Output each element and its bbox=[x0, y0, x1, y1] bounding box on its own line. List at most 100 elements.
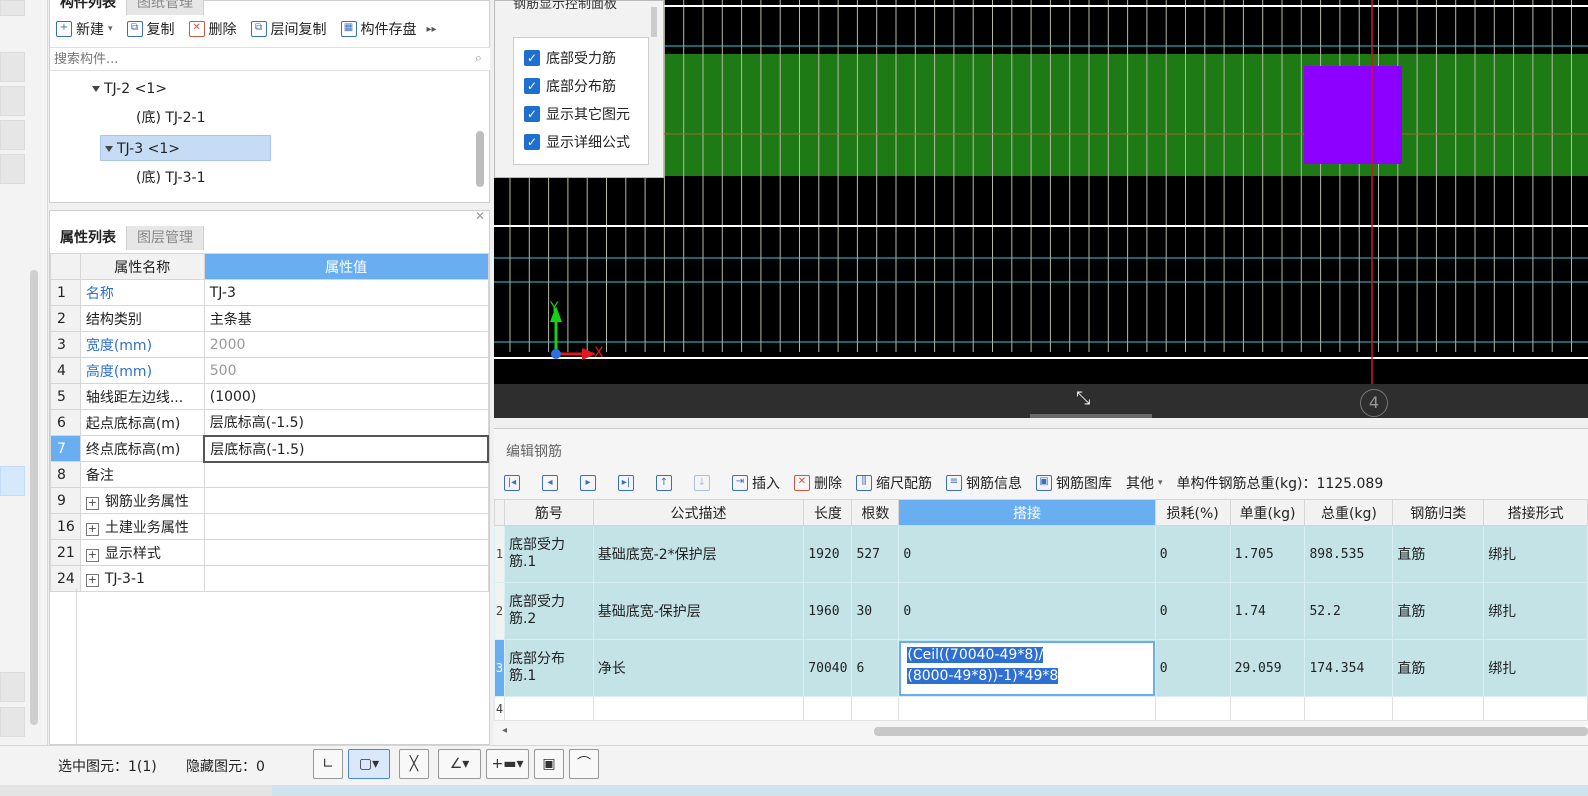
last-row-icon[interactable]: ▸| bbox=[618, 475, 634, 491]
property-row[interactable]: 5 轴线距左边线... (1000) bbox=[50, 383, 489, 410]
save-component-button[interactable]: ▦ 构件存盘 bbox=[340, 19, 417, 39]
collapse-arrows-icon[interactable]: ⤡ bbox=[1076, 388, 1090, 409]
property-value[interactable]: 2000 bbox=[203, 331, 489, 358]
new-button[interactable]: + 新建 ▾ bbox=[56, 19, 113, 39]
left-strip-button[interactable] bbox=[0, 120, 25, 150]
tab-drawing-management[interactable]: 图纸管理 bbox=[127, 0, 204, 15]
rebar-lap[interactable]: 0 bbox=[898, 582, 1156, 640]
option-show-other-elements[interactable]: ✓ 显示其它图元 bbox=[514, 100, 648, 128]
rebar-lap[interactable]: 0 bbox=[898, 525, 1156, 583]
property-row[interactable]: 3 宽度(mm) 2000 bbox=[50, 331, 489, 358]
checkbox-checked-icon[interactable]: ✓ bbox=[524, 134, 540, 150]
scroll-left-icon[interactable]: ◂ bbox=[502, 725, 507, 736]
column-header-code[interactable]: 筋号 bbox=[503, 499, 594, 526]
empty-cell[interactable] bbox=[1392, 696, 1485, 721]
rebar-category[interactable]: 直筋 bbox=[1392, 525, 1485, 583]
more-icon[interactable]: ▸▸ bbox=[427, 24, 437, 35]
property-group-name[interactable]: + 土建业务属性 bbox=[79, 513, 205, 540]
empty-cell[interactable] bbox=[1304, 696, 1394, 721]
close-icon[interactable]: ✕ bbox=[475, 209, 485, 223]
property-group-name[interactable]: + TJ-3-1 bbox=[79, 565, 205, 592]
column-header-lap[interactable]: 搭接 bbox=[898, 499, 1156, 526]
tree-item-tj2-1[interactable]: (底) TJ-2-1 bbox=[136, 105, 205, 131]
expand-caret-icon[interactable] bbox=[105, 146, 113, 152]
rebar-formula[interactable]: 基础底宽-2*保护层 bbox=[592, 525, 805, 583]
rebar-info-button[interactable]: ≡ 钢筋信息 bbox=[946, 473, 1022, 493]
orthogonal-mode-button[interactable]: ∟ bbox=[313, 749, 343, 779]
rebar-unit-weight[interactable]: 1.705 bbox=[1229, 525, 1306, 583]
rebar-loss[interactable]: 0 bbox=[1154, 582, 1231, 640]
left-strip-button[interactable] bbox=[0, 154, 25, 184]
tab-component-list[interactable]: 构件列表 bbox=[50, 0, 127, 15]
rebar-unit-weight[interactable]: 29.059 bbox=[1229, 639, 1306, 697]
rebar-length[interactable]: 1960 bbox=[803, 582, 853, 640]
property-row[interactable]: 2 结构类别 主条基 bbox=[50, 305, 489, 332]
property-group-name[interactable]: + 钢筋业务属性 bbox=[79, 487, 205, 514]
property-value[interactable] bbox=[203, 539, 489, 566]
column-header-formula[interactable]: 公式描述 bbox=[592, 499, 805, 526]
property-value[interactable]: TJ-3 bbox=[203, 279, 489, 306]
rebar-category[interactable]: 直筋 bbox=[1392, 582, 1485, 640]
checkbox-checked-icon[interactable]: ✓ bbox=[524, 78, 540, 94]
property-group-row[interactable]: 9 + 钢筋业务属性 bbox=[50, 487, 489, 514]
rebar-table-scrollbar[interactable] bbox=[874, 727, 1588, 736]
column-header-lap-type[interactable]: 搭接形式 bbox=[1483, 499, 1588, 526]
property-group-row[interactable]: 16 + 土建业务属性 bbox=[50, 513, 489, 540]
column-header-count[interactable]: 根数 bbox=[851, 499, 900, 526]
checkbox-checked-icon[interactable]: ✓ bbox=[524, 106, 540, 122]
expand-plus-icon[interactable]: + bbox=[85, 548, 99, 562]
rebar-count[interactable]: 30 bbox=[851, 582, 900, 640]
drawing-canvas[interactable]: Y X 钢筋显示控制面板 ✓ 底部受力筋 ✓ 底部分布筋 ✓ 显示其它图元 ✓ 显示详细… bbox=[494, 0, 1588, 418]
property-value[interactable]: 500 bbox=[203, 357, 489, 384]
rebar-formula[interactable]: 基础底宽-保护层 bbox=[592, 582, 805, 640]
property-row[interactable]: 1 名称 TJ-3 bbox=[50, 279, 489, 306]
checkbox-checked-icon[interactable]: ✓ bbox=[524, 50, 540, 66]
move-down-icon[interactable]: ↓ bbox=[694, 475, 710, 491]
rebar-code[interactable]: 底部受力筋.2 bbox=[503, 582, 594, 640]
rebar-loss[interactable]: 0 bbox=[1154, 639, 1231, 697]
rebar-length[interactable]: 70040 bbox=[803, 639, 853, 697]
property-value[interactable] bbox=[203, 461, 489, 488]
empty-cell[interactable] bbox=[1154, 696, 1231, 721]
splitter-handle[interactable] bbox=[1030, 414, 1152, 418]
left-strip-button[interactable] bbox=[0, 0, 25, 16]
delete-button[interactable]: ✕ 删除 bbox=[188, 19, 237, 39]
other-dropdown[interactable]: 其他 ▾ bbox=[1126, 473, 1163, 493]
offset-button[interactable]: +▬▾ bbox=[486, 749, 529, 779]
option-bottom-distribution-rebar[interactable]: ✓ 底部分布筋 bbox=[514, 72, 648, 100]
left-strip-button[interactable] bbox=[0, 707, 25, 737]
property-row[interactable]: 6 起点底标高(m) 层底标高(-1.5) bbox=[50, 409, 489, 436]
angle-button[interactable]: ∠▾ bbox=[438, 749, 481, 779]
column-header-total-weight[interactable]: 总重(kg) bbox=[1304, 499, 1394, 526]
rebar-total-weight[interactable]: 898.535 bbox=[1304, 525, 1394, 583]
left-strip-scrollbar[interactable] bbox=[30, 270, 38, 725]
rebar-unit-weight[interactable]: 1.74 bbox=[1229, 582, 1306, 640]
rebar-count[interactable]: 6 bbox=[851, 639, 900, 697]
rebar-code[interactable]: 底部分布筋.1 bbox=[503, 639, 594, 697]
search-input[interactable] bbox=[50, 48, 450, 70]
column-header-unit-weight[interactable]: 单重(kg) bbox=[1229, 499, 1306, 526]
empty-cell[interactable] bbox=[1229, 696, 1306, 721]
property-value[interactable]: 主条基 bbox=[203, 305, 489, 332]
rebar-lap-type[interactable]: 绑扎 bbox=[1483, 582, 1588, 640]
rebar-lap-type[interactable]: 绑扎 bbox=[1483, 525, 1588, 583]
option-show-detailed-formula[interactable]: ✓ 显示详细公式 bbox=[514, 128, 648, 156]
panel-scrollbar[interactable] bbox=[651, 7, 657, 37]
rebar-count[interactable]: 527 bbox=[851, 525, 900, 583]
rebar-lap-editing[interactable]: (Ceil((70040-49*8)/ (8000-49*8))-1)*49*8 bbox=[898, 639, 1156, 697]
search-icon[interactable]: ⌕ bbox=[475, 51, 482, 66]
empty-cell[interactable] bbox=[803, 696, 853, 721]
scale-rebar-button[interactable]: ⫼ 缩尺配筋 bbox=[856, 473, 932, 493]
left-strip-button[interactable] bbox=[0, 86, 25, 116]
first-row-icon[interactable]: |◂ bbox=[504, 475, 520, 491]
property-group-name[interactable]: + 显示样式 bbox=[79, 539, 205, 566]
property-value[interactable] bbox=[203, 565, 489, 592]
rebar-total-weight[interactable]: 52.2 bbox=[1304, 582, 1394, 640]
rebar-loss[interactable]: 0 bbox=[1154, 525, 1231, 583]
expand-plus-icon[interactable]: + bbox=[85, 573, 99, 587]
empty-cell[interactable] bbox=[851, 696, 900, 721]
rebar-lap-type[interactable]: 绑扎 bbox=[1483, 639, 1588, 697]
tab-layer-management[interactable]: 图层管理 bbox=[127, 226, 204, 250]
tree-item-tj3[interactable]: TJ-3 <1> bbox=[100, 135, 271, 161]
property-value[interactable] bbox=[203, 487, 489, 514]
